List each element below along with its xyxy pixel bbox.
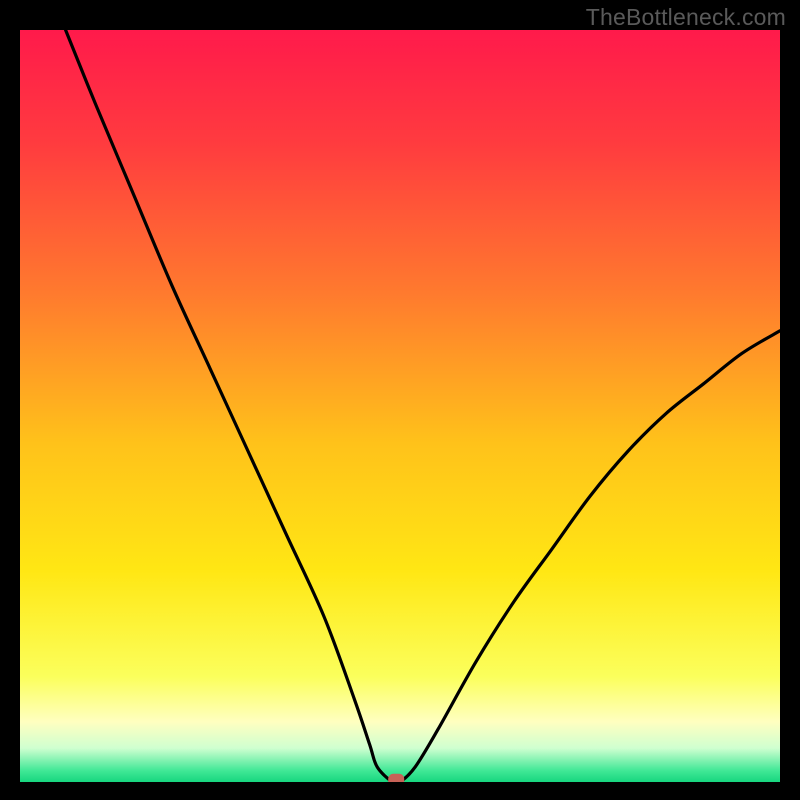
plot-area xyxy=(20,30,780,782)
minimum-marker xyxy=(388,774,404,782)
chart-svg xyxy=(20,30,780,782)
watermark-text: TheBottleneck.com xyxy=(586,4,786,31)
gradient-background xyxy=(20,30,780,782)
chart-frame: TheBottleneck.com xyxy=(0,0,800,800)
